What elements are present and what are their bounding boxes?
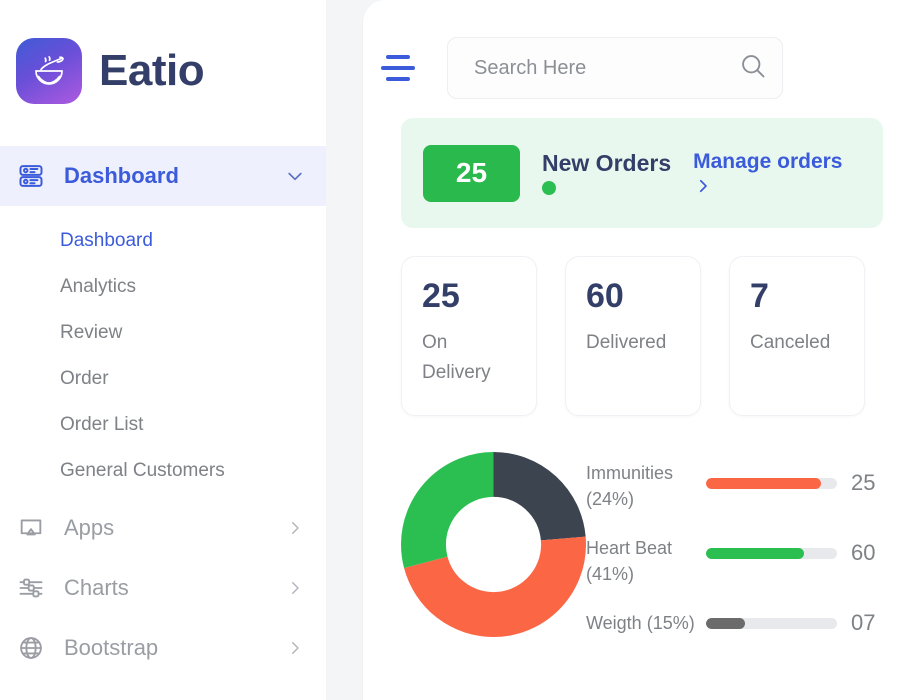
progress-bar-list: 25 60 07 xyxy=(706,444,883,680)
progress-value: 07 xyxy=(851,610,883,636)
main-panel: 25 New Orders Manage orders 25 On Delive… xyxy=(363,0,907,700)
sidebar-subnav-dashboard: Dashboard Analytics Review Order Order L… xyxy=(0,206,326,498)
sidebar-item-review[interactable]: Review xyxy=(0,310,326,356)
globe-icon xyxy=(14,631,48,665)
progress-row-weigth: 07 xyxy=(706,610,883,636)
progress-row-heart-beat: 60 xyxy=(706,540,883,566)
chevron-down-icon[interactable] xyxy=(284,165,306,187)
chevron-right-icon[interactable] xyxy=(284,577,306,599)
sliders-icon xyxy=(14,571,48,605)
dashboard-content: 25 New Orders Manage orders 25 On Delive… xyxy=(363,118,907,680)
search-icon[interactable] xyxy=(739,52,767,85)
stat-cards: 25 On Delivery 60 Delivered 7 Canceled xyxy=(401,256,883,416)
stat-label: Delivered xyxy=(586,328,682,358)
donut-chart xyxy=(401,444,586,642)
stat-value: 25 xyxy=(422,277,518,316)
stat-value: 60 xyxy=(586,277,682,316)
sidebar-item-dashboard[interactable]: Dashboard xyxy=(0,146,326,206)
progress-fill xyxy=(706,478,821,489)
chevron-right-icon[interactable] xyxy=(284,517,306,539)
stat-card-delivered[interactable]: 60 Delivered xyxy=(565,256,701,416)
sidebar: Eatio Dashboard xyxy=(0,0,326,700)
server-stack-icon xyxy=(14,159,48,193)
sidebar-item-charts-label: Charts xyxy=(64,575,268,601)
sidebar-item-order-list[interactable]: Order List xyxy=(0,402,326,448)
sidebar-item-analytics[interactable]: Analytics xyxy=(0,264,326,310)
donut-legend: Immunities (24%) Heart Beat (41%) Weigth… xyxy=(586,444,706,659)
sidebar-item-bootstrap[interactable]: Bootstrap xyxy=(0,618,326,678)
sidebar-item-order[interactable]: Order xyxy=(0,356,326,402)
progress-track xyxy=(706,618,837,629)
progress-track xyxy=(706,548,837,559)
sidebar-item-apps[interactable]: Apps xyxy=(0,498,326,558)
new-orders-alert: 25 New Orders Manage orders xyxy=(401,118,883,228)
screen-cast-icon xyxy=(14,511,48,545)
manage-orders-label: Manage orders xyxy=(693,149,842,174)
sidebar-item-general-customers[interactable]: General Customers xyxy=(0,448,326,494)
progress-fill xyxy=(706,618,745,629)
sidebar-item-charts[interactable]: Charts xyxy=(0,558,326,618)
layout-gap xyxy=(326,0,363,700)
progress-value: 25 xyxy=(851,470,883,496)
donut-slice-weigth xyxy=(423,474,563,614)
search-box[interactable] xyxy=(447,37,783,99)
legend-item-immunities: Immunities (24%) xyxy=(586,460,706,512)
manage-orders-link[interactable]: Manage orders xyxy=(693,149,842,196)
chevron-right-icon xyxy=(693,177,715,197)
sidebar-item-dashboard-sub[interactable]: Dashboard xyxy=(0,218,326,264)
new-orders-count-badge: 25 xyxy=(423,145,520,202)
sidebar-item-dashboard-label: Dashboard xyxy=(64,163,268,189)
legend-item-weigth: Weigth (15%) xyxy=(586,610,706,636)
brand[interactable]: Eatio xyxy=(0,0,326,120)
health-overview: Immunities (24%) Heart Beat (41%) Weigth… xyxy=(401,444,883,680)
soup-bowl-icon xyxy=(16,38,82,104)
stat-card-on-delivery[interactable]: 25 On Delivery xyxy=(401,256,537,416)
progress-fill xyxy=(706,548,804,559)
stat-card-canceled[interactable]: 7 Canceled xyxy=(729,256,865,416)
new-orders-title: New Orders xyxy=(542,152,671,175)
sidebar-item-apps-label: Apps xyxy=(64,515,268,541)
progress-value: 60 xyxy=(851,540,883,566)
legend-item-heart-beat: Heart Beat (41%) xyxy=(586,535,706,587)
status-dot xyxy=(542,181,556,195)
progress-row-immunities: 25 xyxy=(706,470,883,496)
hamburger-icon[interactable] xyxy=(381,55,415,81)
donut-chart-svg xyxy=(401,452,586,637)
stat-value: 7 xyxy=(750,277,846,316)
topbar xyxy=(363,0,907,118)
app-root: Eatio Dashboard xyxy=(0,0,907,700)
stat-label: Canceled xyxy=(750,328,846,358)
chevron-right-icon[interactable] xyxy=(284,637,306,659)
search-input[interactable] xyxy=(474,57,739,80)
sidebar-nav: Dashboard Dashboard Analytics Review Ord… xyxy=(0,120,326,678)
sidebar-item-bootstrap-label: Bootstrap xyxy=(64,635,268,661)
brand-name: Eatio xyxy=(99,49,204,93)
new-orders-info: New Orders xyxy=(542,152,671,195)
stat-label: On Delivery xyxy=(422,328,518,388)
progress-track xyxy=(706,478,837,489)
